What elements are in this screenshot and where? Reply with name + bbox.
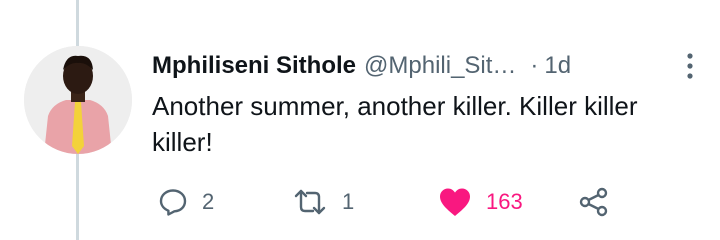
avatar[interactable]: [24, 46, 132, 154]
header-separator: ·: [530, 52, 539, 79]
retweet-button[interactable]: 1: [292, 180, 354, 224]
share-icon: [579, 187, 608, 217]
reply-button[interactable]: 2: [158, 180, 214, 224]
like-count: 163: [486, 189, 523, 214]
more-options-button[interactable]: [680, 50, 700, 82]
reply-icon: [159, 189, 187, 216]
tweet-header: Mphiliseni Sithole @Mphili_Sit… · 1d: [152, 46, 700, 86]
retweet-icon: [294, 189, 326, 215]
reply-count: 2: [202, 189, 215, 214]
tweet-timestamp[interactable]: 1d: [544, 52, 571, 80]
heart-filled-icon: [440, 188, 470, 216]
more-vertical-icon: [687, 53, 693, 79]
author-handle[interactable]: @Mphili_Sit…: [364, 52, 516, 80]
tweet-actions: 2 1 163: [152, 180, 672, 224]
like-button[interactable]: 163: [438, 180, 523, 224]
avatar-image: [24, 46, 132, 154]
author-name[interactable]: Mphiliseni Sithole: [152, 52, 356, 80]
retweet-count: 1: [342, 189, 355, 214]
share-button[interactable]: [578, 180, 610, 224]
tweet-text: Another summer, another killer. Killer k…: [152, 91, 638, 157]
